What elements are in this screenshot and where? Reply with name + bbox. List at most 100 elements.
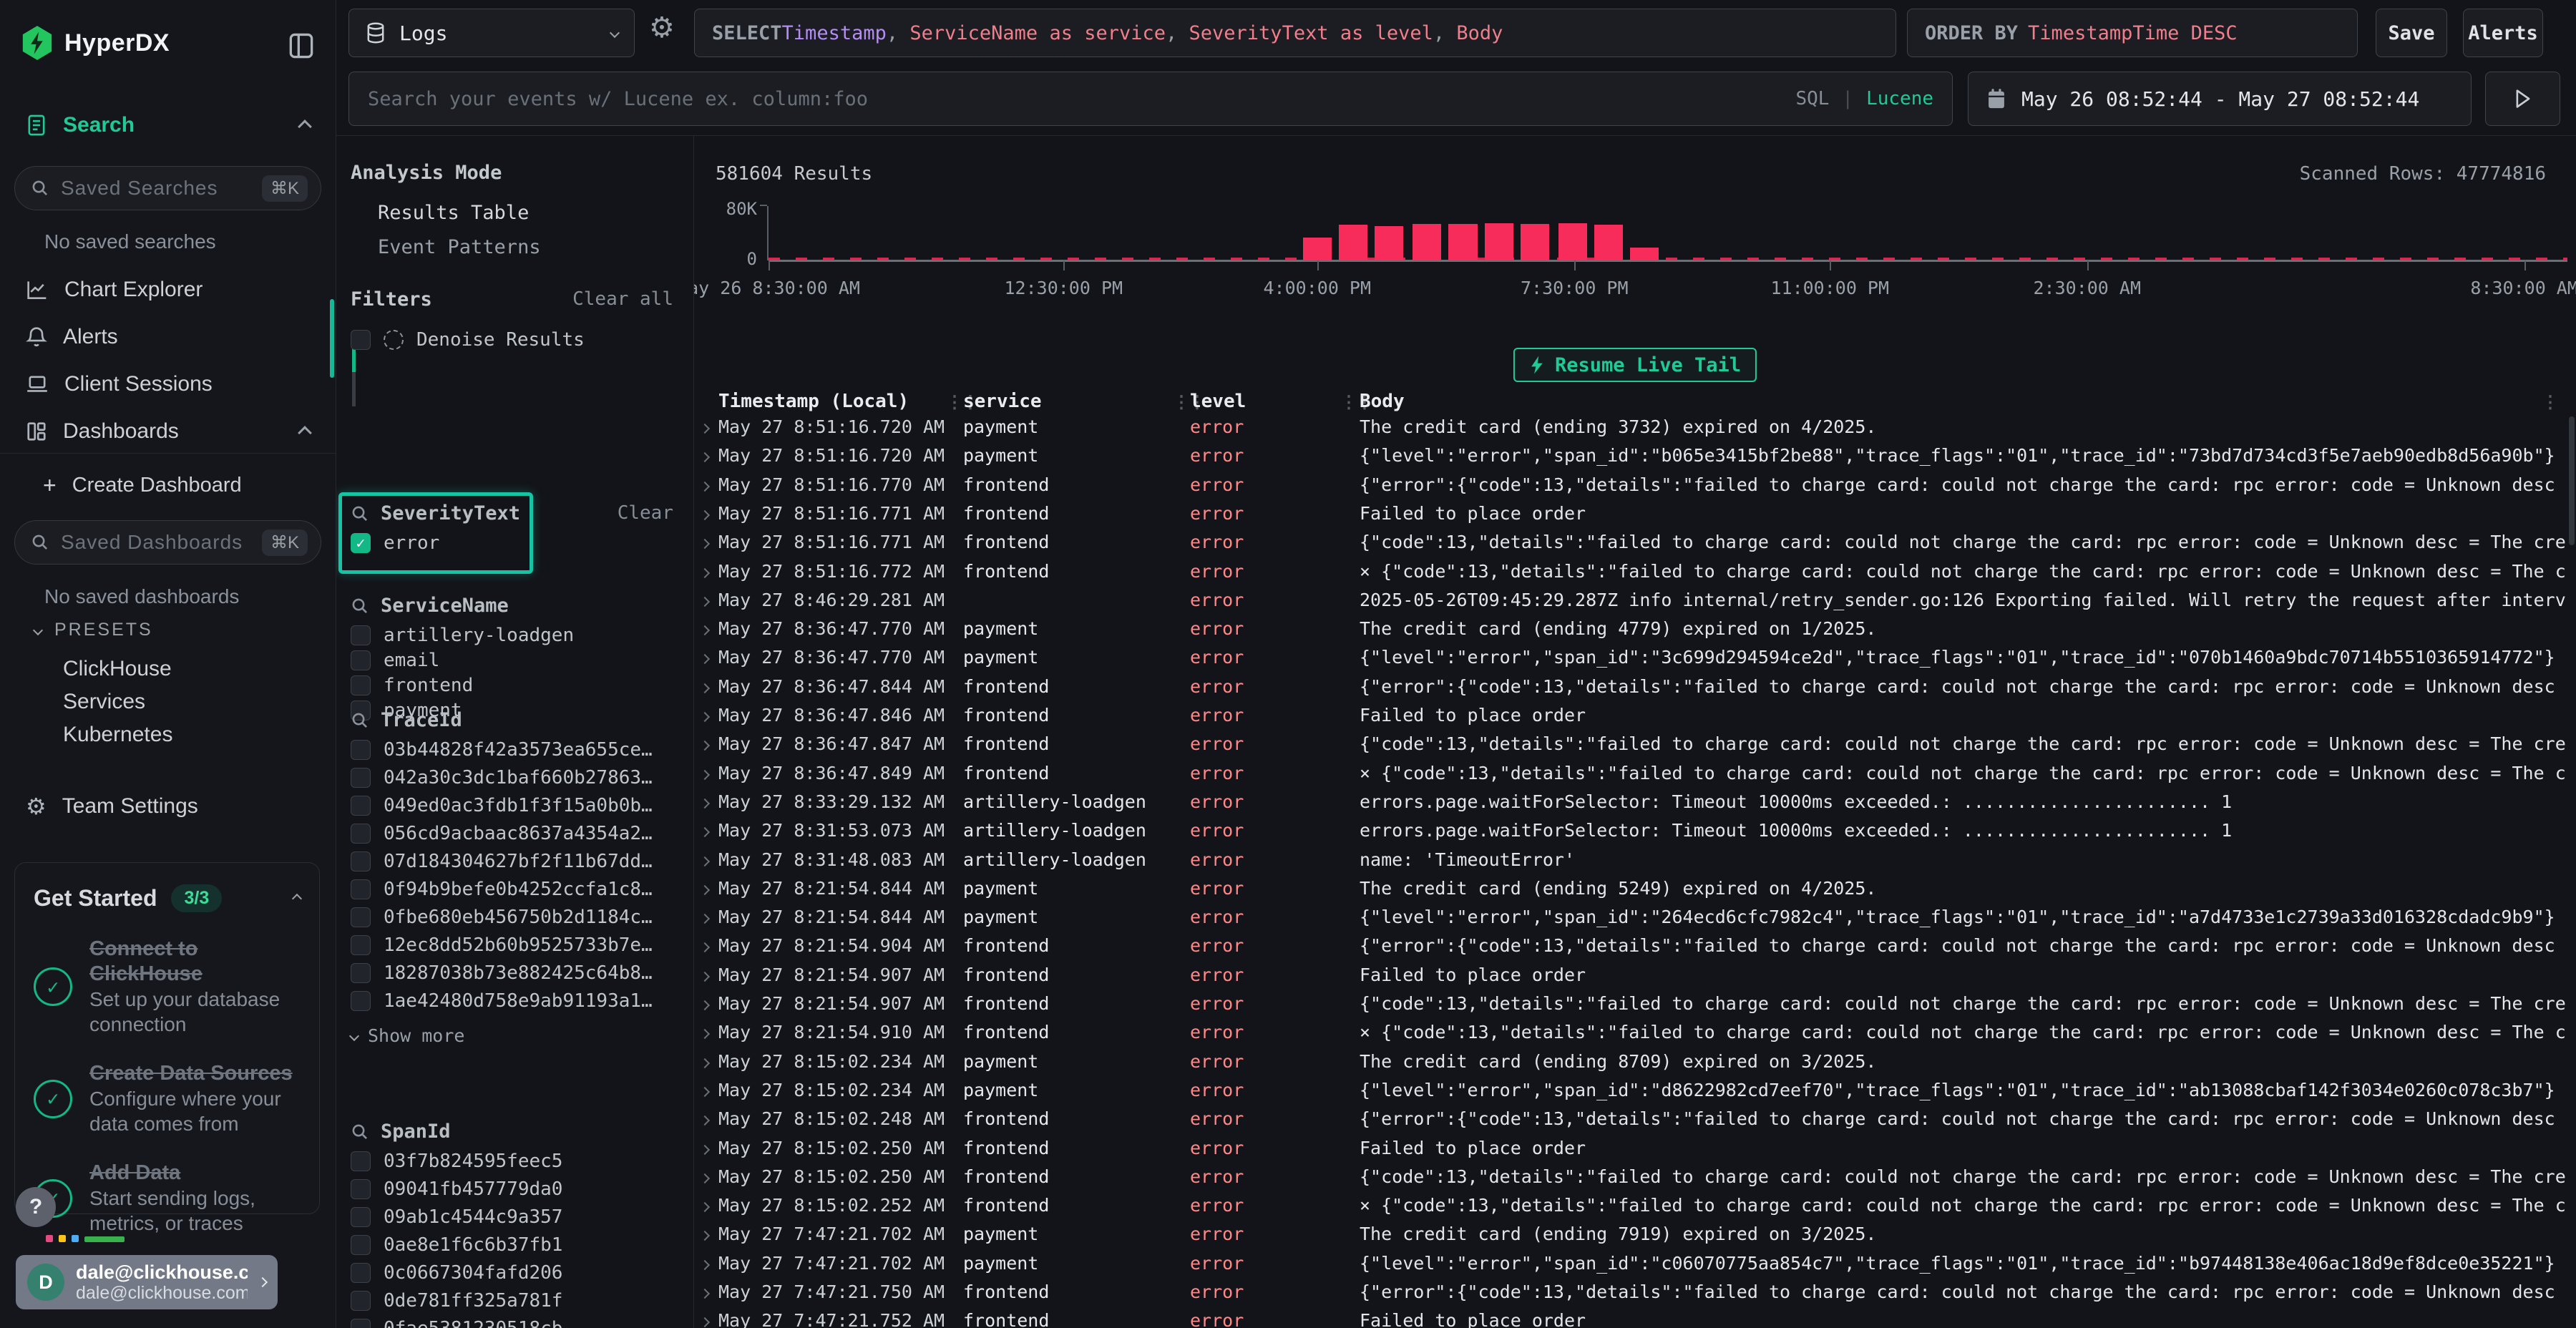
filter-checkbox-item[interactable]: artillery-loadgen	[351, 625, 574, 646]
table-row[interactable]: May 27 8:21:54.844 AMpaymenterrorThe cre…	[694, 878, 2576, 907]
show-more-link[interactable]: Show more	[351, 1025, 464, 1046]
user-menu[interactable]: D dale@clickhouse.com dale@clickhouse.co…	[16, 1255, 278, 1309]
results-histogram[interactable]: 80K 0 May 26 8:30:00 AM12:30:00 PM4:00:0…	[767, 206, 2567, 260]
filter-checkbox-item[interactable]: 0de781ff325a781f	[351, 1290, 562, 1312]
row-expand-chevron-icon[interactable]	[700, 799, 710, 809]
get-started-item[interactable]: ✓Add DataStart sending logs, metrics, or…	[34, 1161, 301, 1236]
table-row[interactable]: May 27 8:46:29.281 AMerror2025-05-26T09:…	[694, 590, 2576, 618]
saved-dashboards-input[interactable]: Saved Dashboards ⌘K	[14, 520, 321, 565]
table-row[interactable]: May 27 8:51:16.771 AMfrontenderror{"code…	[694, 532, 2576, 560]
histogram-bar[interactable]	[1594, 225, 1623, 260]
source-select[interactable]: Logs	[348, 9, 635, 57]
col-body[interactable]: Body	[1360, 391, 1405, 412]
table-row[interactable]: May 27 8:33:29.132 AMartillery-loadgener…	[694, 791, 2576, 820]
table-row[interactable]: May 27 8:21:54.904 AMfrontenderror{"erro…	[694, 935, 2576, 964]
mode-results-table[interactable]: Results Table	[378, 202, 529, 224]
checkbox-icon[interactable]	[351, 768, 371, 788]
sidebar-item-kubernetes[interactable]: Kubernetes	[63, 723, 172, 747]
alerts-button[interactable]: Alerts	[2463, 9, 2543, 57]
row-expand-chevron-icon[interactable]	[700, 942, 710, 952]
filter-checkbox-item[interactable]: 03b44828f42a3573ea655ce…	[351, 739, 653, 761]
checkbox-icon[interactable]	[351, 1291, 371, 1311]
source-settings-gear-icon[interactable]: ⚙	[649, 11, 675, 44]
sidebar-item-client-sessions[interactable]: Client Sessions	[0, 372, 336, 396]
lucene-search-input[interactable]: Search your events w/ Lucene ex. column:…	[348, 72, 1953, 126]
row-expand-chevron-icon[interactable]	[700, 1029, 710, 1039]
table-row[interactable]: May 27 8:15:02.252 AMfrontenderror× {"co…	[694, 1195, 2576, 1224]
row-expand-chevron-icon[interactable]	[700, 1231, 710, 1241]
row-expand-chevron-icon[interactable]	[700, 482, 710, 492]
table-row[interactable]: May 27 7:47:21.702 AMpaymenterror{"level…	[694, 1253, 2576, 1281]
sidebar-item-team-settings[interactable]: ⚙ Team Settings	[0, 793, 336, 820]
row-expand-chevron-icon[interactable]	[700, 827, 710, 837]
table-row[interactable]: May 27 8:21:54.907 AMfrontenderrorFailed…	[694, 965, 2576, 993]
resume-live-tail-button[interactable]: Resume Live Tail	[1513, 348, 1757, 382]
histogram-bar[interactable]	[1485, 223, 1513, 260]
row-expand-chevron-icon[interactable]	[700, 1087, 710, 1097]
row-expand-chevron-icon[interactable]	[700, 1144, 710, 1154]
checkbox-icon[interactable]	[351, 675, 371, 695]
table-row[interactable]: May 27 8:15:02.250 AMfrontenderrorFailed…	[694, 1138, 2576, 1166]
checkbox-icon[interactable]	[351, 851, 371, 872]
checkbox-icon[interactable]	[351, 1151, 371, 1171]
row-expand-chevron-icon[interactable]	[700, 1058, 710, 1068]
filter-checkbox-item[interactable]: frontend	[351, 675, 473, 696]
presets-section-toggle[interactable]: PRESETS	[34, 620, 153, 640]
row-expand-chevron-icon[interactable]	[700, 741, 710, 751]
histogram-bar[interactable]	[1558, 223, 1587, 260]
histogram-bar[interactable]	[1375, 226, 1403, 260]
filter-group-spanid-header[interactable]: SpanId	[351, 1120, 451, 1143]
histogram-bar[interactable]	[1448, 224, 1477, 260]
table-row[interactable]: May 27 8:51:16.720 AMpaymenterror{"level…	[694, 445, 2576, 474]
row-expand-chevron-icon[interactable]	[700, 1289, 710, 1299]
row-expand-chevron-icon[interactable]	[700, 424, 710, 434]
filter-checkbox-item[interactable]: 12ec8dd52b60b9525733b7e…	[351, 934, 653, 956]
saved-searches-input[interactable]: Saved Searches ⌘K	[14, 166, 321, 210]
filter-checkbox-item[interactable]: 03f7b824595feec5	[351, 1151, 562, 1172]
row-expand-chevron-icon[interactable]	[700, 914, 710, 924]
checkbox-icon[interactable]	[351, 963, 371, 983]
table-row[interactable]: May 27 8:15:02.234 AMpaymenterrorThe cre…	[694, 1051, 2576, 1080]
sidebar-item-dashboards[interactable]: Dashboards	[0, 419, 336, 444]
filter-group-servicename-header[interactable]: ServiceName	[351, 595, 509, 617]
row-expand-chevron-icon[interactable]	[700, 1000, 710, 1010]
sidebar-scrollbar-thumb[interactable]	[330, 299, 334, 378]
checkbox-icon[interactable]	[351, 1179, 371, 1199]
run-query-button[interactable]	[2485, 72, 2560, 126]
table-row[interactable]: May 27 8:36:47.849 AMfrontenderror× {"co…	[694, 763, 2576, 791]
row-expand-chevron-icon[interactable]	[700, 597, 710, 607]
clear-filter-link[interactable]: Clear	[618, 502, 673, 524]
checkbox-icon[interactable]	[351, 1235, 371, 1255]
row-expand-chevron-icon[interactable]	[700, 539, 710, 549]
create-dashboard-button[interactable]: + Create Dashboard	[0, 472, 336, 499]
checkbox-icon[interactable]	[351, 650, 371, 670]
row-expand-chevron-icon[interactable]	[700, 856, 710, 866]
row-expand-chevron-icon[interactable]	[700, 654, 710, 664]
filter-checkbox-item[interactable]: 049ed0ac3fdb1f3f15a0b0b…	[351, 795, 653, 816]
row-expand-chevron-icon[interactable]	[700, 1260, 710, 1270]
row-expand-chevron-icon[interactable]	[700, 1115, 710, 1126]
checkbox-icon[interactable]	[351, 740, 371, 760]
filter-checkbox-item[interactable]: 07d184304627bf2f11b67dd…	[351, 851, 653, 872]
checkbox-icon[interactable]	[351, 796, 371, 816]
row-expand-chevron-icon[interactable]	[700, 567, 710, 577]
filter-checkbox-item[interactable]: 0c0667304fafd206	[351, 1262, 562, 1284]
sidebar-item-clickhouse[interactable]: ClickHouse	[63, 657, 172, 681]
table-row[interactable]: May 27 8:21:54.844 AMpaymenterror{"level…	[694, 907, 2576, 935]
help-button[interactable]: ?	[16, 1187, 56, 1227]
table-scrollbar-thumb[interactable]	[2569, 416, 2575, 545]
table-row[interactable]: May 27 8:15:02.248 AMfrontenderror{"erro…	[694, 1108, 2576, 1137]
table-row[interactable]: May 27 8:15:02.250 AMfrontenderror{"code…	[694, 1166, 2576, 1195]
get-started-item[interactable]: ✓Connect to ClickHouseSet up your databa…	[34, 937, 301, 1037]
row-expand-chevron-icon[interactable]	[700, 972, 710, 982]
table-row[interactable]: May 27 8:31:53.073 AMartillery-loadgener…	[694, 820, 2576, 849]
checkbox-icon[interactable]	[351, 1207, 371, 1227]
table-row[interactable]: May 27 8:31:48.083 AMartillery-loadgener…	[694, 849, 2576, 878]
row-expand-chevron-icon[interactable]	[700, 770, 710, 780]
table-row[interactable]: May 27 7:47:21.702 AMpaymenterrorThe cre…	[694, 1224, 2576, 1252]
chevron-up-icon[interactable]	[292, 894, 302, 904]
row-expand-chevron-icon[interactable]	[700, 1173, 710, 1183]
table-row[interactable]: May 27 7:47:21.750 AMfrontenderror{"erro…	[694, 1281, 2576, 1310]
col-level[interactable]: level	[1190, 391, 1246, 412]
filter-checkbox-item[interactable]: 0fae5381230518cb	[351, 1318, 562, 1328]
